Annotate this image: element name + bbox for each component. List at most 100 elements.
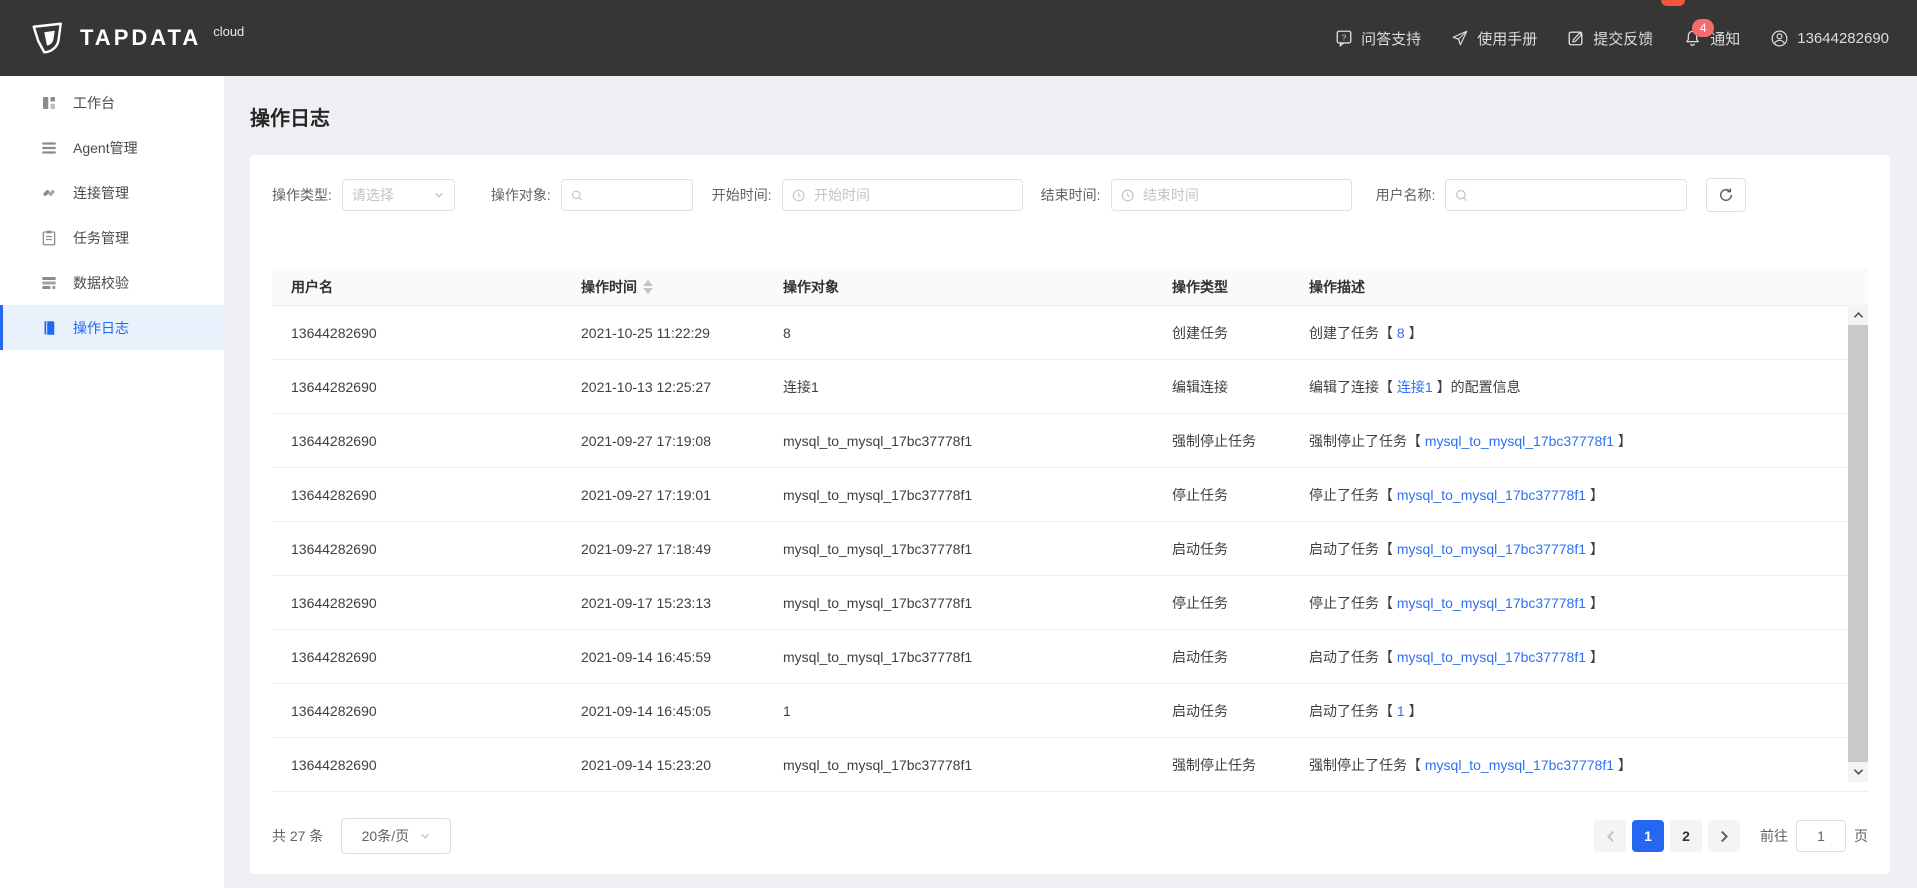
- filter-end-time: 结束时间:: [1041, 179, 1352, 211]
- brand-name: TAPDATA: [80, 25, 202, 50]
- sidebar-item-agent[interactable]: Agent管理: [0, 125, 224, 170]
- description-object-link[interactable]: mysql_to_mysql_17bc37778f1: [1397, 541, 1586, 557]
- col-time[interactable]: 操作时间: [581, 277, 783, 297]
- cell-type: 启动任务: [1172, 540, 1228, 557]
- table-row: 13644282690 2021-09-14 16:45:59 mysql_to…: [272, 630, 1868, 684]
- chevron-down-icon: [435, 192, 443, 198]
- prev-page-button[interactable]: [1594, 820, 1626, 852]
- nav-support[interactable]: ? 问答支持: [1335, 28, 1421, 49]
- feedback-icon: [1568, 31, 1583, 46]
- nav-account-label: 13644282690: [1797, 29, 1889, 47]
- main-content: 操作日志 操作类型: 请选择 操作对象: 开始时间: 开始时间 结束时间: 结束…: [224, 76, 1917, 888]
- chevron-down-icon: [421, 833, 429, 839]
- cell-time: 2021-09-14 15:23:20: [581, 756, 711, 773]
- cell-object: 连接1: [783, 378, 819, 395]
- notification-dot: [1661, 0, 1685, 6]
- description-suffix: 】: [1614, 432, 1632, 449]
- goto-suffix: 页: [1854, 828, 1868, 844]
- cell-user: 13644282690: [291, 594, 377, 611]
- description-prefix: 创建了任务【: [1309, 324, 1397, 341]
- end-time-input-wrap: [1110, 179, 1352, 211]
- description-object-link[interactable]: mysql_to_mysql_17bc37778f1: [1397, 487, 1586, 503]
- goto-page-input[interactable]: [1796, 820, 1846, 852]
- filter-operation-type: 操作类型: 请选择: [272, 179, 455, 211]
- pagination-total: 共 27 条: [272, 828, 324, 844]
- cell-user: 13644282690: [291, 648, 377, 665]
- page-size-select[interactable]: 20条/页: [341, 818, 452, 854]
- cell-description: 强制停止了任务【 mysql_to_mysql_17bc37778f1 】: [1309, 431, 1842, 451]
- next-page-button[interactable]: [1708, 820, 1740, 852]
- description-object-link[interactable]: 1: [1397, 703, 1405, 719]
- description-prefix: 停止了任务【: [1309, 594, 1397, 611]
- description-suffix: 】: [1404, 702, 1423, 719]
- sidebar-item-operation-log[interactable]: 操作日志: [0, 305, 224, 350]
- table-row: 13644282690 2021-10-13 12:25:27 连接1 编辑连接…: [272, 360, 1868, 414]
- table-row: 13644282690 2021-09-27 17:18:49 mysql_to…: [272, 522, 1868, 576]
- scroll-down-button[interactable]: [1848, 762, 1868, 782]
- cell-description: 启动了任务【 1 】: [1309, 701, 1842, 721]
- cell-object: mysql_to_mysql_17bc37778f1: [783, 756, 973, 773]
- dashboard-icon: [43, 96, 55, 109]
- col-description: 操作描述: [1309, 279, 1365, 295]
- chevron-up-icon: [1853, 311, 1863, 318]
- scrollbar-thumb[interactable]: [1848, 325, 1868, 762]
- nav-account[interactable]: 13644282690: [1770, 29, 1889, 48]
- page-button-1[interactable]: 1: [1632, 820, 1664, 852]
- table-row: 13644282690 2021-09-14 15:23:20 mysql_to…: [272, 738, 1868, 792]
- cell-user: 13644282690: [291, 702, 377, 719]
- cell-description: 停止了任务【 mysql_to_mysql_17bc37778f1 】: [1309, 485, 1842, 505]
- user-name-label: 用户名称:: [1375, 187, 1436, 203]
- cell-user: 13644282690: [291, 324, 377, 341]
- description-suffix: 】: [1586, 594, 1604, 611]
- operation-object-label: 操作对象:: [490, 187, 551, 203]
- description-object-link[interactable]: mysql_to_mysql_17bc37778f1: [1397, 649, 1586, 665]
- description-prefix: 启动了任务【: [1309, 702, 1397, 719]
- operation-log-table: 用户名 操作时间 操作对象 操作类型 操作描述 13644282690 2021…: [272, 269, 1868, 792]
- operation-object-input[interactable]: [589, 186, 683, 204]
- page-button-2[interactable]: 2: [1670, 820, 1702, 852]
- page-title: 操作日志: [250, 108, 330, 130]
- cell-type: 创建任务: [1172, 324, 1228, 341]
- page-size-value: 20条/页: [361, 828, 410, 844]
- cell-time: 2021-09-14 16:45:05: [581, 702, 711, 719]
- col-user: 用户名: [291, 279, 333, 295]
- sidebar: 工作台 Agent管理 连接管理 任务管理 数据校验 操作日志: [0, 76, 224, 888]
- refresh-button[interactable]: [1706, 178, 1747, 212]
- operation-log-card: 操作类型: 请选择 操作对象: 开始时间: 开始时间 结束时间: 结束时间 用户…: [250, 155, 1890, 874]
- cell-user: 13644282690: [291, 432, 377, 449]
- cell-time: 2021-09-17 15:23:13: [581, 594, 711, 611]
- sort-icon[interactable]: [643, 280, 653, 294]
- description-object-link[interactable]: mysql_to_mysql_17bc37778f1: [1425, 433, 1614, 449]
- description-object-link[interactable]: mysql_to_mysql_17bc37778f1: [1397, 595, 1586, 611]
- description-object-link[interactable]: mysql_to_mysql_17bc37778f1: [1425, 757, 1614, 773]
- notification-badge: 4: [1692, 18, 1715, 37]
- sidebar-item-tasks[interactable]: 任务管理: [0, 215, 224, 260]
- table-scrollbar[interactable]: [1848, 305, 1868, 782]
- operation-log-icon: [44, 320, 55, 335]
- cell-type: 编辑连接: [1172, 378, 1228, 395]
- description-object-link[interactable]: 连接1: [1397, 379, 1433, 395]
- nav-feedback[interactable]: 提交反馈: [1567, 28, 1653, 49]
- cell-object: mysql_to_mysql_17bc37778f1: [783, 486, 973, 503]
- pagination-pages: 1 2 前往 页: [1594, 820, 1868, 852]
- nav-manual[interactable]: 使用手册: [1451, 28, 1537, 49]
- description-object-link[interactable]: 8: [1397, 325, 1405, 341]
- sidebar-item-data-validation[interactable]: 数据校验: [0, 260, 224, 305]
- nav-notifications[interactable]: 4 通知: [1683, 18, 1740, 49]
- cell-type: 停止任务: [1172, 486, 1228, 503]
- operation-type-select[interactable]: 请选择: [341, 179, 455, 211]
- operation-type-placeholder: 请选择: [351, 187, 394, 203]
- bell-wrap: 4: [1683, 18, 1715, 48]
- cell-type: 停止任务: [1172, 594, 1228, 611]
- user-name-input[interactable]: [1475, 186, 1678, 204]
- sidebar-item-connections[interactable]: 连接管理: [0, 170, 224, 215]
- start-time-input[interactable]: [812, 186, 1013, 204]
- cell-description: 停止了任务【 mysql_to_mysql_17bc37778f1 】: [1309, 593, 1842, 613]
- data-validation-icon: [42, 276, 56, 289]
- cell-object: mysql_to_mysql_17bc37778f1: [783, 648, 973, 665]
- scroll-up-button[interactable]: [1848, 305, 1868, 325]
- cell-time: 2021-10-13 12:25:27: [581, 378, 711, 395]
- end-time-input[interactable]: [1140, 186, 1342, 204]
- brand: TAPDATA cloud: [0, 20, 244, 56]
- sidebar-item-workbench[interactable]: 工作台: [0, 80, 224, 125]
